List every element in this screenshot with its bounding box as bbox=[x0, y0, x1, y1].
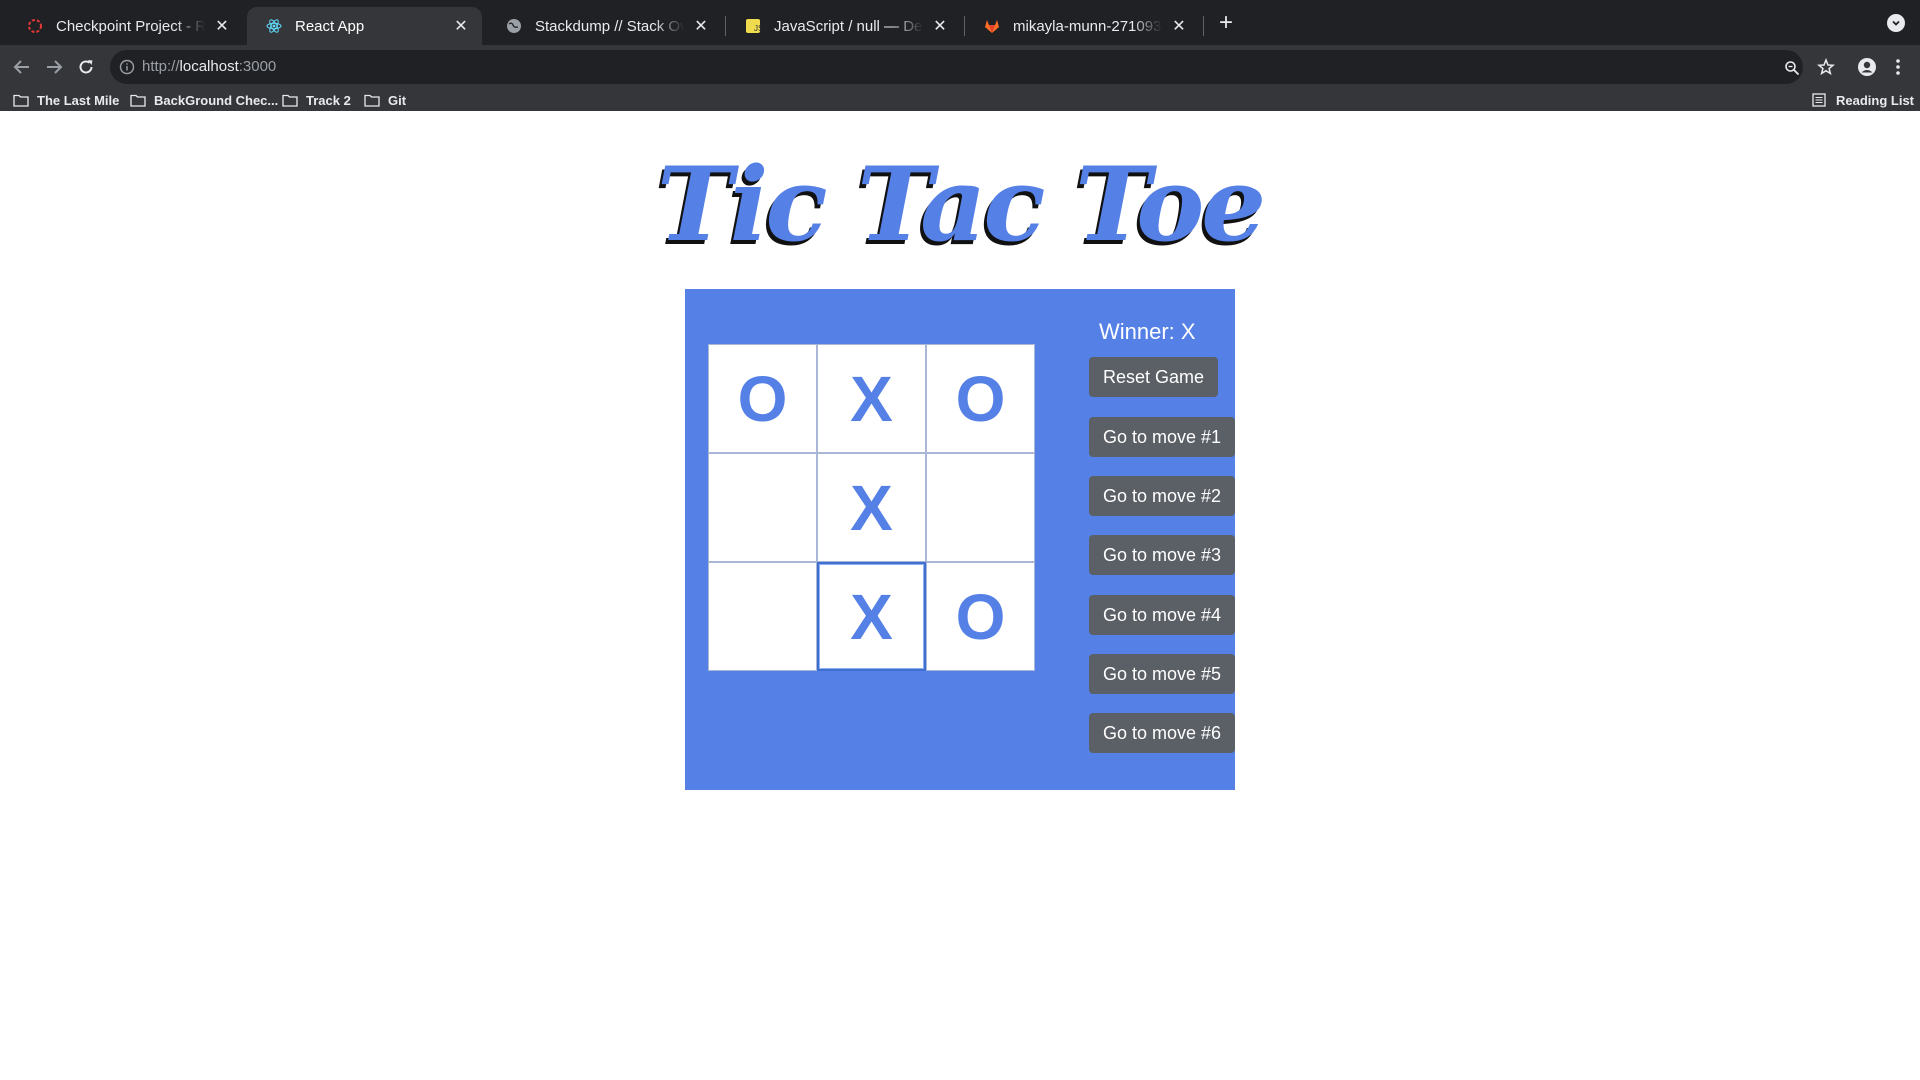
bookmark-the-last-mile[interactable]: The Last Mile bbox=[13, 89, 119, 111]
tab-stackdump[interactable]: Stackdump // Stack Overflow / ... ✕ bbox=[487, 7, 722, 45]
bookmark-star-icon[interactable] bbox=[1811, 52, 1841, 82]
bookmark-label: Git bbox=[388, 92, 407, 108]
tab-react-app[interactable]: React App ✕ bbox=[247, 7, 482, 45]
address-bar[interactable]: http://localhost:3000 bbox=[110, 50, 1803, 84]
square-4[interactable]: X bbox=[817, 453, 926, 562]
circle-logo-icon bbox=[26, 17, 44, 35]
page-content: Tic Tac Toe O X O X X O Winner: X Reset … bbox=[0, 111, 1920, 1080]
square-8[interactable]: O bbox=[926, 562, 1035, 671]
game-board: O X O X X O bbox=[708, 344, 1035, 671]
zoom-icon[interactable] bbox=[1781, 57, 1803, 79]
tab-title: JavaScript / null — DevDocs bbox=[774, 17, 923, 35]
tab-search-icon[interactable] bbox=[1887, 14, 1905, 32]
square-1[interactable]: X bbox=[817, 344, 926, 453]
reading-list-button[interactable]: Reading List bbox=[1812, 89, 1914, 111]
bookmarks-bar: The Last Mile BackGround Chec... Track 2… bbox=[0, 89, 1920, 112]
profile-icon[interactable] bbox=[1852, 52, 1882, 82]
go-to-move-6-button[interactable]: Go to move #6 bbox=[1089, 713, 1236, 753]
square-2[interactable]: O bbox=[926, 344, 1035, 453]
page-title: Tic Tac Toe bbox=[656, 145, 1266, 265]
tab-checkpoint-project[interactable]: Checkpoint Project - React Tic Tac Toe ✕ bbox=[8, 7, 243, 45]
url-scheme: http:// bbox=[142, 58, 180, 75]
new-tab-button[interactable]: + bbox=[1213, 9, 1239, 36]
url-port: :3000 bbox=[238, 58, 277, 75]
reload-icon bbox=[79, 60, 93, 74]
tab-devdocs[interactable]: JS JavaScript / null — DevDocs ✕ bbox=[726, 7, 961, 45]
game-panel: O X O X X O Winner: X Reset Game Go to m… bbox=[685, 289, 1236, 790]
close-icon[interactable]: ✕ bbox=[690, 15, 712, 37]
arrow-right-icon bbox=[47, 60, 63, 74]
react-icon bbox=[265, 17, 283, 35]
forward-button[interactable] bbox=[39, 52, 69, 82]
go-to-move-2-button[interactable]: Go to move #2 bbox=[1089, 476, 1236, 516]
bookmark-git[interactable]: Git bbox=[364, 89, 406, 111]
tab-title: React App bbox=[295, 17, 365, 35]
square-3[interactable] bbox=[708, 453, 817, 562]
close-icon[interactable]: ✕ bbox=[1168, 15, 1190, 37]
devdocs-icon: JS bbox=[744, 17, 762, 35]
bookmark-background-check[interactable]: BackGround Chec... bbox=[130, 89, 278, 111]
go-to-move-5-button[interactable]: Go to move #5 bbox=[1089, 654, 1236, 694]
winner-status: Winner: X bbox=[1099, 319, 1196, 344]
square-6[interactable] bbox=[708, 562, 817, 671]
square-7[interactable]: X bbox=[817, 562, 926, 671]
globe-icon bbox=[505, 17, 523, 35]
info-icon[interactable] bbox=[118, 58, 136, 76]
svg-text:JS: JS bbox=[754, 24, 761, 33]
folder-icon bbox=[364, 93, 380, 107]
folder-icon bbox=[13, 93, 29, 107]
reading-list-label: Reading List bbox=[1836, 92, 1915, 108]
tab-separator bbox=[1203, 16, 1204, 36]
close-icon[interactable]: ✕ bbox=[450, 15, 472, 37]
back-button[interactable] bbox=[7, 52, 37, 82]
url-host: localhost bbox=[179, 58, 239, 75]
reload-button[interactable] bbox=[71, 52, 101, 82]
url-text: http://localhost:3000 bbox=[142, 58, 276, 75]
browser-toolbar: http://localhost:3000 bbox=[0, 45, 1920, 89]
menu-kebab-icon[interactable] bbox=[1883, 52, 1913, 82]
arrow-left-icon bbox=[13, 60, 29, 74]
reset-game-button[interactable]: Reset Game bbox=[1089, 357, 1219, 397]
tab-title: Checkpoint Project - React Tic Tac Toe bbox=[56, 17, 205, 35]
bookmark-track-2[interactable]: Track 2 bbox=[282, 89, 351, 111]
tab-title: Stackdump // Stack Overflow / ... bbox=[535, 17, 684, 35]
tab-strip: Checkpoint Project - React Tic Tac Toe ✕… bbox=[0, 0, 1920, 45]
gitlab-icon bbox=[983, 17, 1001, 35]
tab-gitlab[interactable]: mikayla-munn-271093 / Tic Tac Toe ✕ bbox=[965, 7, 1200, 45]
go-to-move-4-button[interactable]: Go to move #4 bbox=[1089, 595, 1236, 635]
bookmark-label: BackGround Chec... bbox=[154, 92, 279, 108]
close-icon[interactable]: ✕ bbox=[211, 15, 233, 37]
folder-icon bbox=[130, 93, 146, 107]
folder-icon bbox=[282, 93, 298, 107]
bookmark-label: Track 2 bbox=[306, 92, 351, 108]
square-5[interactable] bbox=[926, 453, 1035, 562]
square-0[interactable]: O bbox=[708, 344, 817, 453]
go-to-move-1-button[interactable]: Go to move #1 bbox=[1089, 417, 1236, 457]
close-icon[interactable]: ✕ bbox=[929, 15, 951, 37]
tab-title: mikayla-munn-271093 / Tic Tac Toe bbox=[1013, 17, 1162, 35]
bookmark-label: The Last Mile bbox=[37, 92, 120, 108]
reading-list-icon bbox=[1812, 93, 1828, 107]
go-to-move-3-button[interactable]: Go to move #3 bbox=[1089, 535, 1236, 575]
